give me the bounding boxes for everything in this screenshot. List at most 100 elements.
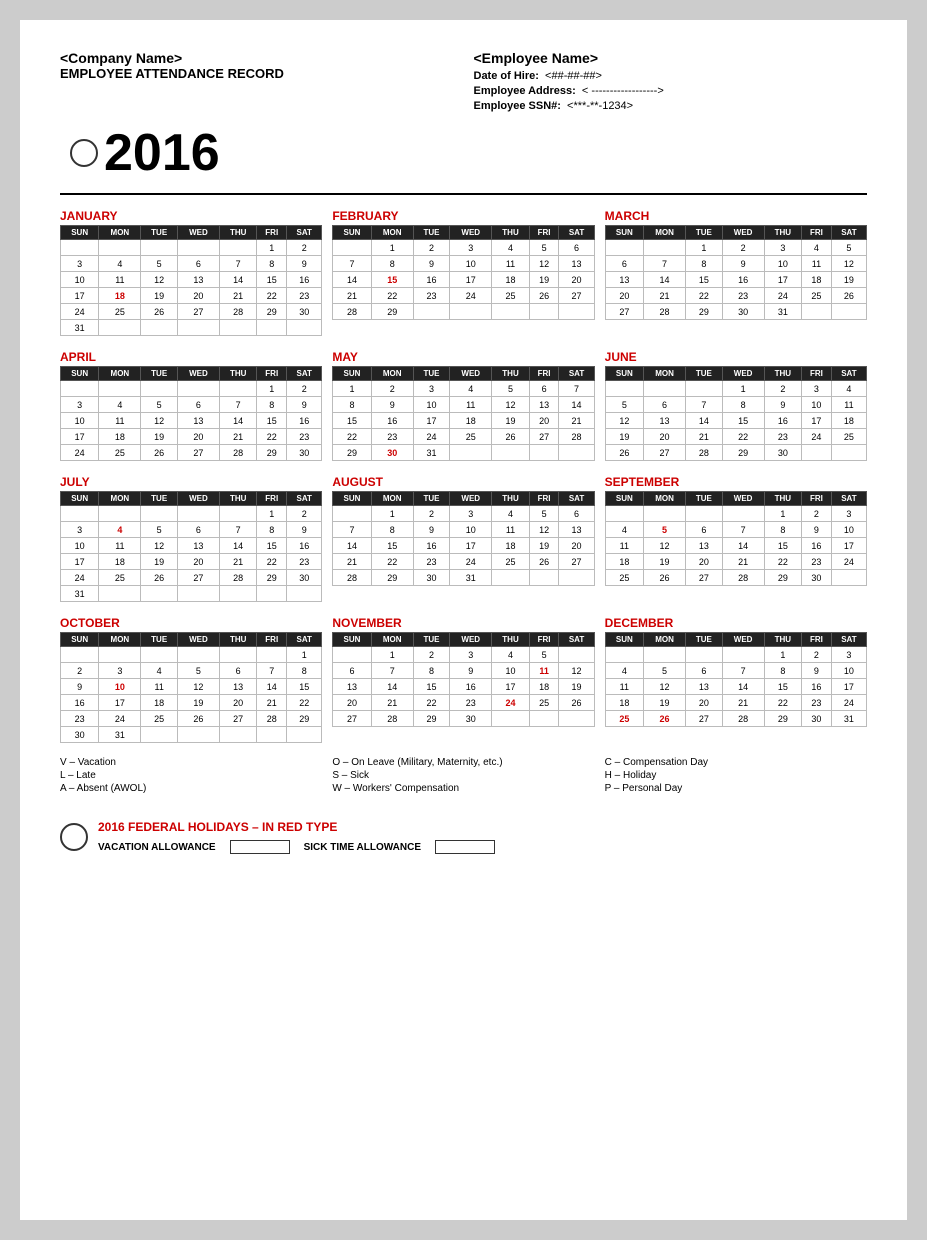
table-row: 123 [605, 647, 866, 663]
day-header: TUE [141, 633, 177, 647]
calendar-table: SUNMONTUEWEDTHUFRISAT1234567891011121314… [60, 225, 322, 336]
calendar-day: 14 [333, 272, 371, 288]
day-header: FRI [529, 633, 559, 647]
table-row: 3456789 [61, 256, 322, 272]
calendar-day: 2 [413, 506, 449, 522]
calendar-day: 15 [371, 272, 413, 288]
calendar-day: 26 [529, 288, 559, 304]
day-header: TUE [141, 492, 177, 506]
table-row: 10111213141516 [61, 272, 322, 288]
calendar-day: 16 [413, 538, 449, 554]
calendar-day: 4 [99, 397, 141, 413]
day-header: MON [371, 492, 413, 506]
calendar-day [220, 320, 257, 336]
calendar-day: 31 [450, 570, 492, 586]
calendar-day: 21 [220, 288, 257, 304]
calendar-day: 1 [287, 647, 322, 663]
calendar-day: 15 [686, 272, 722, 288]
day-header: WED [450, 367, 492, 381]
calendar-day: 1 [764, 647, 801, 663]
table-row: 2728293031 [605, 304, 866, 320]
calendar-day: 13 [529, 397, 559, 413]
calendar-day: 13 [177, 272, 219, 288]
page: <Company Name> EMPLOYEE ATTENDANCE RECOR… [20, 20, 907, 1220]
calendar-day [643, 240, 685, 256]
calendar-day: 4 [141, 663, 177, 679]
calendar-day: 17 [802, 413, 832, 429]
calendar-day: 17 [492, 679, 529, 695]
calendar-day: 9 [413, 522, 449, 538]
calendar-day: 2 [802, 647, 832, 663]
sick-box[interactable] [435, 840, 495, 854]
calendar-day: 3 [831, 506, 866, 522]
calendar-day [257, 727, 287, 743]
day-header: SUN [333, 226, 371, 240]
calendar-day: 28 [722, 570, 764, 586]
calendar-day: 4 [831, 381, 866, 397]
calendar-day [141, 381, 177, 397]
calendar-day: 13 [686, 679, 722, 695]
table-row: 2627282930 [605, 445, 866, 461]
month-name: SEPTEMBER [605, 475, 867, 489]
calendar-day: 4 [99, 522, 141, 538]
calendar-day: 8 [371, 522, 413, 538]
calendar-day: 13 [643, 413, 685, 429]
table-row: 13141516171819 [605, 272, 866, 288]
month-name: FEBRUARY [332, 209, 594, 223]
day-header: THU [220, 367, 257, 381]
calendar-day: 25 [605, 570, 643, 586]
calendar-day: 7 [559, 381, 594, 397]
calendar-day: 5 [177, 663, 219, 679]
calendar-day: 24 [802, 429, 832, 445]
calendar-day [99, 381, 141, 397]
calendar-day: 21 [371, 695, 413, 711]
calendar-table: SUNMONTUEWEDTHUFRISAT1234567891011121314… [332, 225, 594, 320]
table-row: 10111213141516 [61, 538, 322, 554]
calendar-day: 26 [559, 695, 594, 711]
calendar-day: 8 [764, 522, 801, 538]
calendar-day: 18 [450, 413, 492, 429]
day-header: THU [220, 226, 257, 240]
table-row: 252627282930 [605, 570, 866, 586]
calendar-day: 4 [605, 663, 643, 679]
calendar-day: 21 [722, 695, 764, 711]
calendar-day [413, 304, 449, 320]
calendar-day [99, 240, 141, 256]
calendar-day: 16 [802, 538, 832, 554]
calendar-day: 9 [371, 397, 413, 413]
calendar-day: 10 [413, 397, 449, 413]
calendar-day: 4 [99, 256, 141, 272]
calendar-day [287, 727, 322, 743]
calendar-day: 13 [686, 538, 722, 554]
table-row: 20212223242526 [333, 695, 594, 711]
calendar-day: 20 [177, 429, 219, 445]
calendar-day: 21 [722, 554, 764, 570]
month-block-december: DECEMBERSUNMONTUEWEDTHUFRISAT12345678910… [605, 616, 867, 743]
month-name: APRIL [60, 350, 322, 364]
calendar-day: 22 [764, 554, 801, 570]
calendar-day [333, 647, 371, 663]
calendar-day: 2 [722, 240, 764, 256]
calendar-day: 19 [643, 554, 685, 570]
holidays-section: 2016 FEDERAL HOLIDAYS – IN RED TYPE VACA… [60, 812, 867, 862]
calendar-day: 18 [492, 272, 529, 288]
calendar-day: 15 [333, 413, 371, 429]
vacation-box[interactable] [230, 840, 290, 854]
calendar-day: 9 [450, 663, 492, 679]
calendar-day: 27 [333, 711, 371, 727]
calendar-table: SUNMONTUEWEDTHUFRISAT1234567891011121314… [605, 632, 867, 727]
calendar-day: 3 [450, 647, 492, 663]
calendar-day: 16 [413, 272, 449, 288]
calendar-day: 18 [605, 554, 643, 570]
calendar-day: 21 [559, 413, 594, 429]
day-header: WED [177, 226, 219, 240]
calendar-day: 4 [802, 240, 832, 256]
calendar-day [220, 240, 257, 256]
calendar-day: 7 [220, 256, 257, 272]
calendar-table: SUNMONTUEWEDTHUFRISAT1234567891011121314… [60, 366, 322, 461]
calendar-day: 25 [492, 288, 529, 304]
calendar-day [605, 506, 643, 522]
header: <Company Name> EMPLOYEE ATTENDANCE RECOR… [60, 50, 867, 115]
day-header: SUN [61, 492, 99, 506]
calendar-day [141, 727, 177, 743]
